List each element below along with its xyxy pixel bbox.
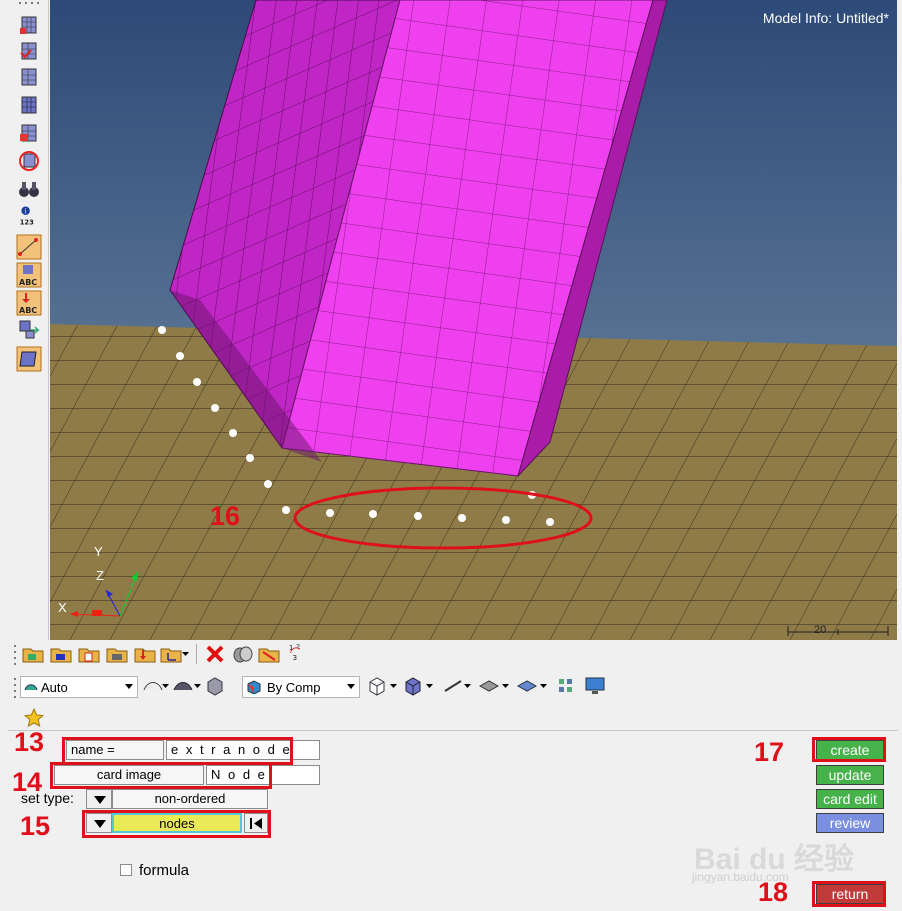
solid-cube-icon[interactable] xyxy=(204,676,226,696)
triad-x-label: X xyxy=(58,600,67,615)
callout-14-box xyxy=(50,762,272,789)
mesh-check-icon[interactable] xyxy=(16,40,42,62)
callout-18-box xyxy=(812,881,886,907)
mesh-cube-icon[interactable] xyxy=(16,14,42,36)
callout-17: 17 xyxy=(754,737,785,767)
plane-select-icon[interactable] xyxy=(16,346,42,372)
monitor-icon[interactable] xyxy=(584,676,606,696)
grip-icon xyxy=(19,2,39,4)
info-count-icon[interactable]: i 123 xyxy=(16,204,42,226)
watermark-url: jingyan.baidu.com xyxy=(692,870,789,884)
label-abc-icon[interactable]: ABC xyxy=(16,262,42,288)
color-cube-icon xyxy=(247,680,261,694)
distance-measure-icon[interactable] xyxy=(16,234,42,260)
color-mode-value: By Comp xyxy=(267,680,321,695)
visualization-icon xyxy=(24,684,38,691)
triad-y-label: Y xyxy=(94,544,103,559)
svg-text:i: i xyxy=(24,207,26,215)
folder-find-icon[interactable] xyxy=(258,644,280,664)
folder-loadcol-icon[interactable] xyxy=(134,644,156,664)
callout-17-box xyxy=(812,737,886,762)
renumber-123-icon[interactable]: 1 23 xyxy=(286,642,308,662)
display-mode-select[interactable]: Auto xyxy=(20,676,138,698)
color-mode-select[interactable]: By Comp xyxy=(242,676,360,698)
label-abc-arrow-icon[interactable]: ABC xyxy=(16,290,42,316)
plane-blue-icon[interactable] xyxy=(516,676,538,696)
shaded-surface-icon[interactable] xyxy=(142,676,164,696)
line-icon[interactable] xyxy=(442,676,464,696)
folder-component-icon[interactable] xyxy=(50,644,72,664)
set-type-select[interactable]: non-ordered xyxy=(112,789,268,809)
chevron-down-icon xyxy=(125,684,133,689)
chevron-down-icon xyxy=(347,684,355,689)
mesh-cube-shaded-icon[interactable] xyxy=(402,676,424,696)
callout-15-box xyxy=(82,810,271,838)
mesh-grid-icon[interactable] xyxy=(16,94,42,116)
mesh-edges-icon[interactable] xyxy=(16,66,42,88)
folder-assembly-icon[interactable] xyxy=(22,644,44,664)
callout-14: 14 xyxy=(12,767,43,797)
toolbar-row-2: Auto By Comp xyxy=(10,674,890,700)
callout-16: 16 xyxy=(210,501,241,531)
card-edit-button[interactable]: card edit xyxy=(816,789,884,809)
graphics-viewport[interactable]: Model Info: Untitled* Y Z X 20 16 xyxy=(50,0,897,640)
model-info-label: Model Info: Untitled* xyxy=(762,10,889,26)
binoculars-icon[interactable] xyxy=(16,178,42,200)
scale-label: 20 xyxy=(814,624,827,636)
folder-material-icon[interactable] xyxy=(106,644,128,664)
callout-13-box xyxy=(62,737,293,765)
triad-z-label: Z xyxy=(96,568,104,583)
svg-text:ABC: ABC xyxy=(19,306,37,315)
renumber-icon[interactable] xyxy=(16,318,42,340)
mesh-no-icon[interactable] xyxy=(16,150,42,172)
delete-icon[interactable] xyxy=(204,644,226,664)
toolbar-row-1: 123 xyxy=(10,640,890,668)
display-mode-value: Auto xyxy=(41,680,68,695)
star-icon[interactable] xyxy=(24,708,44,728)
mask-icon[interactable] xyxy=(232,644,254,664)
callout-15: 15 xyxy=(20,811,51,841)
model-scene xyxy=(50,0,897,640)
folder-system-icon[interactable] xyxy=(160,644,182,664)
triangle-down-icon xyxy=(94,796,106,804)
review-button[interactable]: review xyxy=(816,813,884,833)
set-type-toggle[interactable] xyxy=(86,789,112,809)
update-button[interactable]: update xyxy=(816,765,884,785)
wireframe-cube-icon[interactable] xyxy=(366,676,388,696)
entity-grid-icon[interactable] xyxy=(556,676,578,696)
plane-grid-icon[interactable] xyxy=(478,676,500,696)
shaded-solid-icon[interactable] xyxy=(172,676,194,696)
svg-text:ABC: ABC xyxy=(19,278,37,287)
svg-text:3: 3 xyxy=(292,653,297,662)
mesh-quality-icon[interactable] xyxy=(16,122,42,144)
callout-13: 13 xyxy=(14,727,45,757)
svg-text:123: 123 xyxy=(20,218,34,226)
folder-property-icon[interactable] xyxy=(78,644,100,664)
formula-checkbox[interactable] xyxy=(120,864,132,876)
formula-label: formula xyxy=(139,862,190,879)
left-toolbar: i 123 ABC ABC xyxy=(0,0,49,640)
